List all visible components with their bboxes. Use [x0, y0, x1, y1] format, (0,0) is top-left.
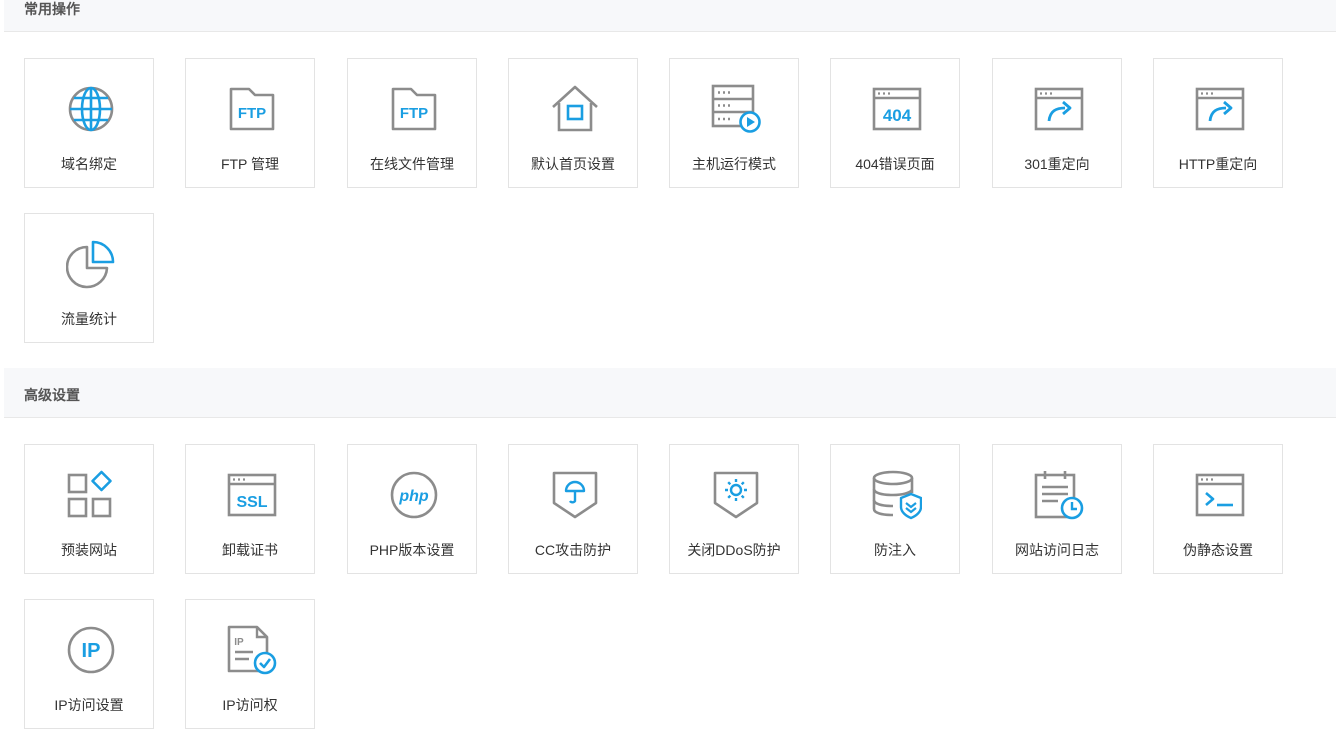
pie-chart-icon [66, 238, 116, 290]
section-header-advanced: 高级设置 [4, 368, 1336, 418]
tile-cc-attack-protection[interactable]: CC攻击防护 [508, 444, 638, 574]
browser-redirect-icon [1195, 83, 1245, 135]
tile-label: 301重定向 [1024, 156, 1090, 172]
terminal-icon [1195, 469, 1245, 521]
tile-uninstall-certificate[interactable]: SSL 卸载证书 [185, 444, 315, 574]
icon-text: IP [234, 637, 244, 648]
shield-gear-icon [711, 469, 761, 521]
server-play-icon [711, 83, 761, 135]
database-shield-icon [872, 469, 922, 521]
icon-text: FTP [238, 105, 266, 122]
tile-label: CC攻击防护 [534, 542, 612, 558]
tile-preinstall-site[interactable]: 预装网站 [24, 444, 154, 574]
tile-label: 默认首页设置 [531, 156, 615, 172]
tile-label: IP访问权 [222, 697, 278, 713]
php-icon: php [389, 469, 439, 521]
tile-label: 404错误页面 [855, 156, 935, 172]
icon-text: php [398, 488, 429, 505]
section-title: 高级设置 [24, 387, 80, 403]
browser-redirect-icon [1034, 83, 1084, 135]
ftp-folder-icon: FTP [227, 83, 277, 135]
tile-label: 关闭DDoS防护 [687, 542, 781, 558]
tile-label: 域名绑定 [61, 156, 117, 172]
tile-traffic-stats[interactable]: 流量统计 [24, 213, 154, 343]
browser-ssl-icon: SSL [227, 469, 277, 521]
tile-anti-injection[interactable]: 防注入 [830, 444, 960, 574]
tile-http-redirect[interactable]: HTTP重定向 [1153, 58, 1283, 188]
section-title: 常用操作 [24, 1, 80, 17]
section-header-common: 常用操作 [4, 0, 1336, 32]
icon-text: 404 [883, 106, 912, 125]
tile-label: 网站访问日志 [1015, 542, 1099, 558]
calendar-clock-icon [1034, 469, 1084, 521]
tile-ip-access-rights[interactable]: IP IP访问权 [185, 599, 315, 729]
tile-default-homepage[interactable]: 默认首页设置 [508, 58, 638, 188]
tile-host-run-mode[interactable]: 主机运行模式 [669, 58, 799, 188]
tile-label: 预装网站 [61, 542, 117, 558]
ip-circle-icon: IP [66, 624, 116, 676]
tile-ip-access-settings[interactable]: IP IP访问设置 [24, 599, 154, 729]
browser-404-icon: 404 [872, 83, 922, 135]
tile-label: IP访问设置 [54, 697, 124, 713]
globe-icon [66, 83, 116, 135]
tile-php-version[interactable]: php PHP版本设置 [347, 444, 477, 574]
tile-pseudo-static[interactable]: 伪静态设置 [1153, 444, 1283, 574]
icon-text: SSL [236, 494, 267, 511]
tile-label: 伪静态设置 [1183, 542, 1253, 558]
home-icon [550, 83, 600, 135]
tile-label: PHP版本设置 [369, 542, 455, 558]
tile-301-redirect[interactable]: 301重定向 [992, 58, 1122, 188]
shield-umbrella-icon [550, 469, 600, 521]
apps-grid-icon [66, 469, 116, 521]
tile-label: 在线文件管理 [370, 156, 454, 172]
tile-online-file-manager[interactable]: FTP 在线文件管理 [347, 58, 477, 188]
tile-label: 防注入 [874, 542, 916, 558]
tile-ftp-management[interactable]: FTP FTP 管理 [185, 58, 315, 188]
tile-label: 流量统计 [61, 311, 117, 327]
tile-label: FTP 管理 [220, 156, 280, 172]
tile-site-access-log[interactable]: 网站访问日志 [992, 444, 1122, 574]
ftp-folder-icon: FTP [389, 83, 439, 135]
icon-text: IP [82, 640, 101, 662]
tile-label: 卸载证书 [222, 542, 278, 558]
tile-label: HTTP重定向 [1178, 156, 1258, 172]
tile-disable-ddos-protection[interactable]: 关闭DDoS防护 [669, 444, 799, 574]
tile-label: 主机运行模式 [692, 156, 776, 172]
tile-domain-binding[interactable]: 域名绑定 [24, 58, 154, 188]
tile-404-error-page[interactable]: 404 404错误页面 [830, 58, 960, 188]
icon-text: FTP [400, 105, 428, 122]
ip-document-check-icon: IP [227, 624, 277, 676]
